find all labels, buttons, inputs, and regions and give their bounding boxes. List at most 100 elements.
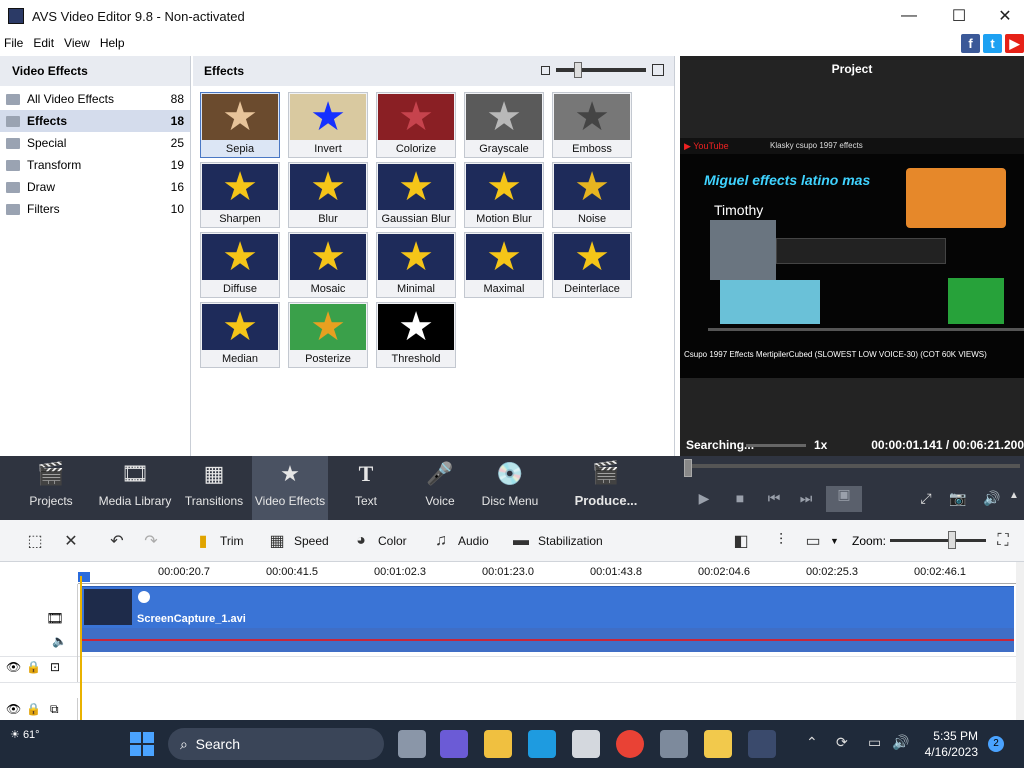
seek-handle[interactable] [684, 459, 692, 477]
color-button[interactable]: ◕ Color [350, 520, 407, 562]
effect-tile[interactable]: ★ Median [200, 302, 280, 368]
video-effects-button[interactable]: ★ Video Effects [252, 456, 328, 520]
split-tool[interactable]: ◧ [730, 520, 758, 562]
category-item[interactable]: Transform 19 [0, 154, 190, 176]
small-thumb-icon[interactable] [541, 65, 550, 75]
video-clip[interactable]: ScreenCapture_1.avi [82, 586, 1014, 628]
speed-button[interactable]: ▦ Speed [266, 520, 328, 562]
menu-file[interactable]: File [0, 36, 29, 50]
store-icon[interactable] [572, 730, 600, 758]
category-item[interactable]: Draw 16 [0, 176, 190, 198]
visibility-icon[interactable]: 👁 [6, 660, 21, 674]
lock-icon[interactable]: 🔒 [26, 660, 41, 674]
volume-icon[interactable]: 🔊 [982, 490, 1002, 507]
category-item[interactable]: Effects 18 [0, 110, 190, 132]
mute-icon[interactable]: 🔈 [52, 634, 67, 648]
edge-icon[interactable] [528, 730, 556, 758]
avs-editor-icon[interactable] [748, 730, 776, 758]
minimize-button[interactable]: — [886, 0, 932, 32]
display-icon[interactable]: ▭ [868, 734, 881, 751]
projects-button[interactable]: 🎬 Projects [22, 456, 80, 520]
effect-tile[interactable]: ★ Gaussian Blur [376, 162, 456, 228]
volume-mini[interactable] [746, 444, 806, 447]
clock[interactable]: 5:35 PM 4/16/2023 [925, 728, 978, 760]
taskbar-search[interactable]: ⌕ Search [168, 728, 384, 760]
time-ruler[interactable]: 00:00:20.7 00:00:41.5 00:01:02.3 00:01:2… [78, 562, 1016, 584]
zoom-slider[interactable] [890, 539, 986, 542]
delete-tool[interactable]: ✕ [60, 520, 88, 562]
menu-help[interactable]: Help [96, 36, 131, 50]
twitter-icon[interactable]: t [983, 34, 1002, 53]
visibility-icon[interactable]: 👁 [6, 702, 21, 716]
disc-menu-button[interactable]: 💿 Disc Menu [480, 456, 540, 520]
seek-bar[interactable] [688, 464, 1020, 468]
speaker-icon[interactable]: 🔊 [892, 734, 909, 751]
effect-tile[interactable]: ★ Grayscale [464, 92, 544, 158]
menu-edit[interactable]: Edit [29, 36, 60, 50]
effect-tile[interactable]: ★ Maximal [464, 232, 544, 298]
lock-icon[interactable]: 🔒 [26, 702, 41, 716]
chrome-icon[interactable] [616, 730, 644, 758]
large-thumb-icon[interactable] [652, 64, 664, 76]
thumbnail-size-slider[interactable] [556, 62, 646, 78]
timeline-scrollbar[interactable] [1016, 562, 1024, 720]
produce-button[interactable]: 🎬 Produce... [568, 456, 644, 520]
effect-tile[interactable]: ★ Deinterlace [552, 232, 632, 298]
close-button[interactable]: ✕ [982, 0, 1024, 32]
effect-tile[interactable]: ★ Mosaic [288, 232, 368, 298]
effect-tile[interactable]: ★ Noise [552, 162, 632, 228]
effect-tile[interactable]: ★ Threshold [376, 302, 456, 368]
effect-tile[interactable]: ★ Sharpen [200, 162, 280, 228]
category-item[interactable]: Special 25 [0, 132, 190, 154]
effect-tile[interactable]: ★ Invert [288, 92, 368, 158]
trim-button[interactable]: ▮ Trim [192, 520, 244, 562]
menu-view[interactable]: View [60, 36, 96, 50]
tray-chevron-icon[interactable]: ⌃ [806, 734, 818, 751]
snapshot-mode-icon[interactable]: ▣ [826, 486, 862, 512]
next-frame-icon[interactable]: ⏭ [796, 490, 816, 507]
video-preview[interactable]: ▶ YouTube Klasky csupo 1997 effects Migu… [680, 138, 1024, 378]
previous-frame-icon[interactable]: ⏮ [764, 490, 784, 507]
folder-app-icon[interactable] [704, 730, 732, 758]
transitions-button[interactable]: ▦ Transitions [182, 456, 246, 520]
facebook-icon[interactable]: f [961, 34, 980, 53]
playhead[interactable] [80, 576, 82, 720]
effect-tile[interactable]: ★ Diffuse [200, 232, 280, 298]
sync-icon[interactable]: ⟳ [836, 734, 848, 751]
effect-tile[interactable]: ★ Blur [288, 162, 368, 228]
voice-button[interactable]: 🎤 Voice [414, 456, 466, 520]
view-mode-tool[interactable]: ▭ ▼ [802, 520, 838, 562]
category-item[interactable]: All Video Effects 88 [0, 88, 190, 110]
audio-mixer-tool[interactable]: ⫶ [770, 520, 798, 562]
fullscreen-icon[interactable]: ⤢ [916, 490, 936, 507]
select-tool[interactable]: ⬚ [24, 520, 52, 562]
effect-tile[interactable]: ★ Colorize [376, 92, 456, 158]
play-icon[interactable]: ▶ [694, 490, 714, 507]
text-button[interactable]: T Text [338, 456, 394, 520]
volume-menu-icon[interactable]: ▲ [1004, 490, 1024, 501]
teams-icon[interactable] [440, 730, 468, 758]
notification-badge[interactable]: 2 [988, 736, 1004, 752]
playback-speed[interactable]: 1x [814, 438, 827, 452]
maximize-button[interactable]: ☐ [936, 0, 982, 32]
file-explorer-icon[interactable] [484, 730, 512, 758]
slider-handle[interactable] [574, 62, 582, 78]
effect-tile[interactable]: ★ Emboss [552, 92, 632, 158]
category-item[interactable]: Filters 10 [0, 198, 190, 220]
stabilization-button[interactable]: ▬ Stabilization [510, 520, 603, 562]
youtube-icon[interactable]: ▶ [1005, 34, 1024, 53]
redo-button[interactable]: ↷ [140, 520, 168, 562]
settings-icon[interactable] [660, 730, 688, 758]
audio-button[interactable]: ♫ Audio [430, 520, 489, 562]
audio-clip[interactable] [82, 628, 1014, 652]
effect-tile[interactable]: ★ Motion Blur [464, 162, 544, 228]
weather-widget[interactable]: ☀ 61° [10, 728, 40, 741]
start-button[interactable] [130, 732, 154, 756]
zoom-handle[interactable] [948, 531, 956, 549]
stop-icon[interactable]: ■ [730, 490, 750, 506]
effect-tile[interactable]: ★ Minimal [376, 232, 456, 298]
undo-button[interactable]: ↶ [106, 520, 134, 562]
task-view-icon[interactable] [398, 730, 426, 758]
effect-tile[interactable]: ★ Sepia [200, 92, 280, 158]
effect-tile[interactable]: ★ Posterize [288, 302, 368, 368]
